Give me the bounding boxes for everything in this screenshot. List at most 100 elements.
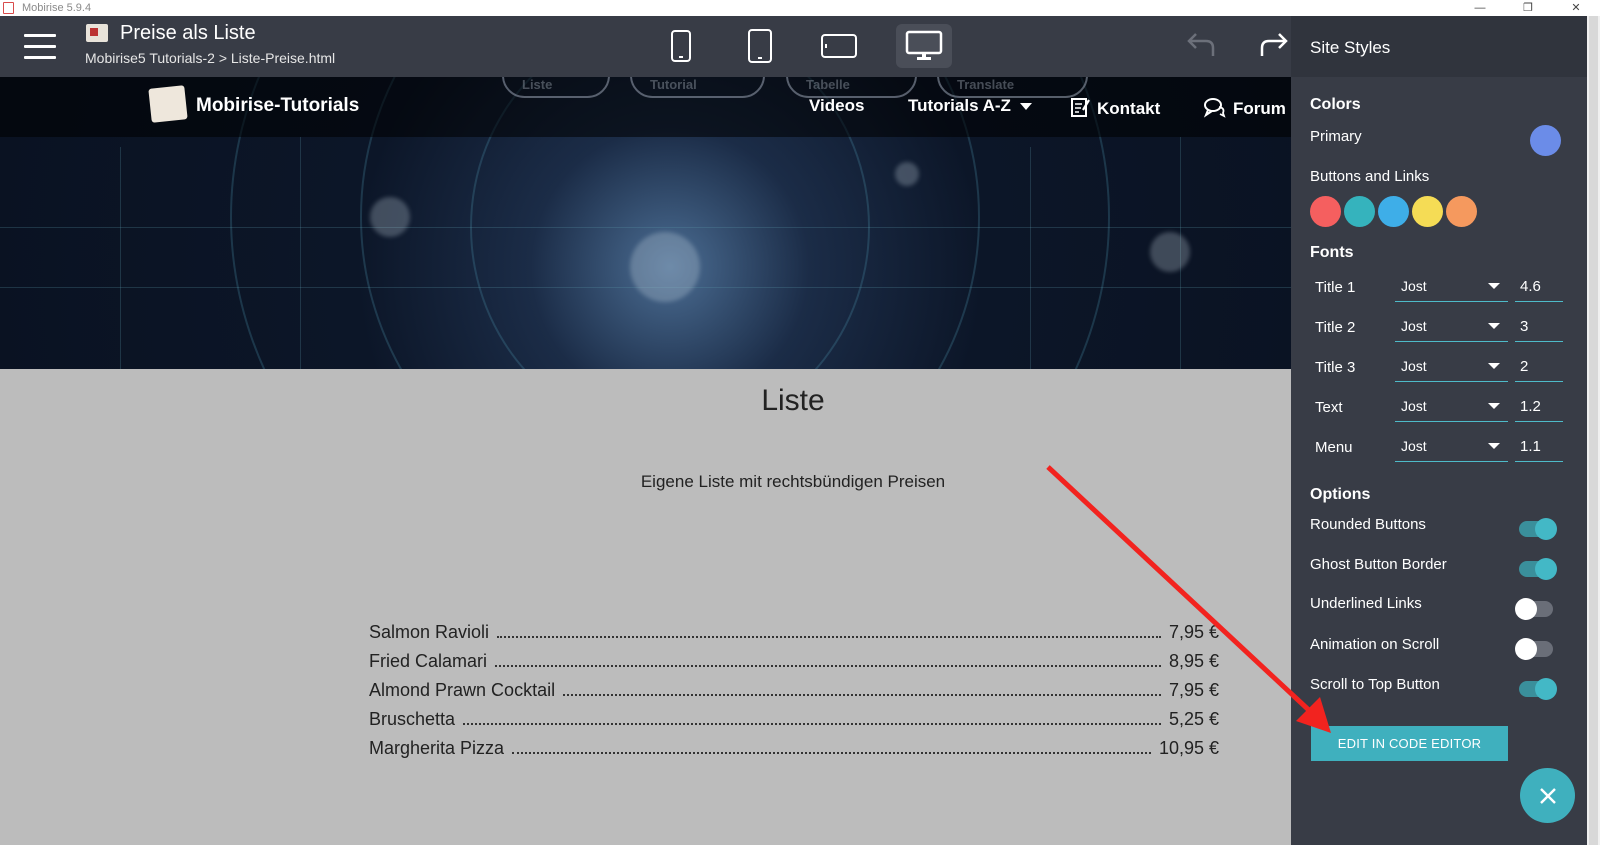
button-color-swatch-2[interactable] [1344,196,1375,227]
font-row-title-1: Title 1 Jost 4.6 [1315,272,1564,302]
close-icon [1539,787,1556,804]
ghost-button-translate[interactable]: Translate [937,77,1088,98]
window-scrollbar[interactable] [1587,16,1600,845]
window-titlebar: Mobirise 5.9.4 — ❐ ✕ [0,0,1600,16]
toggle-knob [1515,638,1537,660]
font-row-menu: Menu Jost 1.1 [1315,432,1564,462]
menu-item-tutorials[interactable]: Tutorials A-Z [908,96,1032,116]
item-price: 5,25 € [1168,709,1219,729]
price-list-item: Bruschetta 5,25 € [369,709,1219,731]
leader-dots [463,723,1161,725]
rounded-buttons-toggle[interactable] [1519,518,1557,540]
font-row-name: Title 3 [1315,359,1356,376]
option-label: Scroll to Top Button [1310,676,1440,693]
option-label: Animation on Scroll [1310,636,1440,653]
page-path: Mobirise5 Tutorials-2 > Liste-Preise.htm… [85,50,336,66]
menu-item-forum[interactable]: Forum [1203,96,1286,119]
menu-item-kontakt[interactable]: Kontakt [1069,96,1160,119]
item-name: Fried Calamari [369,651,488,671]
phone-icon [671,30,691,62]
font-size-input[interactable]: 1.1 [1515,432,1563,462]
font-family-select[interactable]: Jost [1395,432,1508,462]
primary-color-label: Primary [1310,128,1362,145]
ghost-button-border-toggle[interactable] [1519,558,1557,580]
button-color-swatch-5[interactable] [1446,196,1477,227]
undo-icon[interactable] [1183,30,1219,62]
site-logo[interactable] [148,85,188,123]
tablet-portrait-view-button[interactable] [737,24,783,68]
redo-icon[interactable] [1256,30,1292,62]
font-family-select[interactable]: Jost [1395,312,1508,342]
ghost-button-liste[interactable]: Liste [502,77,610,98]
toggle-knob [1535,518,1557,540]
item-name: Margherita Pizza [369,738,505,758]
edit-in-code-editor-button[interactable]: EDIT IN CODE EDITOR [1311,726,1508,761]
dropdown-arrow-icon [1488,403,1500,409]
button-color-swatch-3[interactable] [1378,196,1409,227]
buttons-links-label: Buttons and Links [1310,168,1430,185]
close-panel-button[interactable] [1520,768,1575,823]
font-row-name: Menu [1315,439,1353,456]
hamburger-menu-icon[interactable] [24,34,56,60]
dropdown-arrow-icon [1488,323,1500,329]
restore-icon[interactable]: ❐ [1504,0,1552,16]
ghost-button-tabelle[interactable]: Tabelle [786,77,917,98]
leader-dots [512,752,1151,754]
font-size-input[interactable]: 1.2 [1515,392,1563,422]
item-name: Salmon Ravioli [369,622,490,642]
scrollbar-thumb[interactable] [1589,16,1598,845]
item-price: 10,95 € [1158,738,1219,758]
page-title: Preise als Liste [120,22,256,44]
font-size-input[interactable]: 4.6 [1515,272,1563,302]
site-navbar: Liste Tutorial Tabelle Translate Mobiris… [0,77,1291,137]
item-price: 7,95 € [1168,680,1219,700]
price-list-item: Salmon Ravioli 7,95 € [369,622,1219,644]
site-styles-panel: Site Styles Colors Primary Buttons and L… [1291,16,1587,845]
site-brand[interactable]: Mobirise-Tutorials [196,95,359,117]
options-heading: Options [1310,486,1371,503]
menu-item-videos[interactable]: Videos [809,96,864,116]
item-price: 8,95 € [1168,651,1219,671]
panel-title: Site Styles [1291,16,1587,77]
font-row-text: Text Jost 1.2 [1315,392,1564,422]
font-row-name: Title 1 [1315,279,1356,296]
font-row-title-3: Title 3 Jost 2 [1315,352,1564,382]
dropdown-arrow-icon [1488,283,1500,289]
price-list-item: Fried Calamari 8,95 € [369,651,1219,673]
underlined-links-toggle[interactable] [1515,598,1553,620]
item-name: Almond Prawn Cocktail [369,680,556,700]
font-family-select[interactable]: Jost [1395,392,1508,422]
window-controls: — ❐ ✕ [1456,0,1600,16]
phone-view-button[interactable] [658,24,704,68]
desktop-view-button[interactable] [896,24,952,68]
fonts-heading: Fonts [1310,244,1354,261]
menu-item-forum-label: Forum [1233,99,1286,118]
tablet-landscape-icon [821,34,857,58]
item-price: 7,95 € [1168,622,1219,642]
font-family-select[interactable]: Jost [1395,352,1508,382]
option-label: Underlined Links [1310,595,1422,612]
font-row-name: Title 2 [1315,319,1356,336]
font-size-input[interactable]: 3 [1515,312,1563,342]
menu-item-tutorials-label: Tutorials A-Z [908,96,1011,115]
tablet-landscape-view-button[interactable] [816,24,862,68]
toggle-knob [1535,678,1557,700]
font-family-select[interactable]: Jost [1395,272,1508,302]
animation-on-scroll-toggle[interactable] [1515,638,1553,660]
font-row-name: Text [1315,399,1343,416]
edit-note-icon [1071,98,1090,117]
tablet-icon [748,29,772,63]
close-window-icon[interactable]: ✕ [1552,0,1600,16]
font-row-title-2: Title 2 Jost 3 [1315,312,1564,342]
menu-item-kontakt-label: Kontakt [1097,99,1161,118]
button-color-swatch-1[interactable] [1310,196,1341,227]
leader-dots [495,665,1161,667]
scroll-to-top-toggle[interactable] [1519,678,1557,700]
ghost-button-tutorial[interactable]: Tutorial [630,77,765,98]
button-color-swatch-4[interactable] [1412,196,1443,227]
minimize-icon[interactable]: — [1456,0,1504,16]
primary-color-swatch[interactable] [1530,125,1561,156]
font-size-input[interactable]: 2 [1515,352,1563,382]
colors-heading: Colors [1310,96,1361,113]
option-label: Ghost Button Border [1310,556,1447,573]
